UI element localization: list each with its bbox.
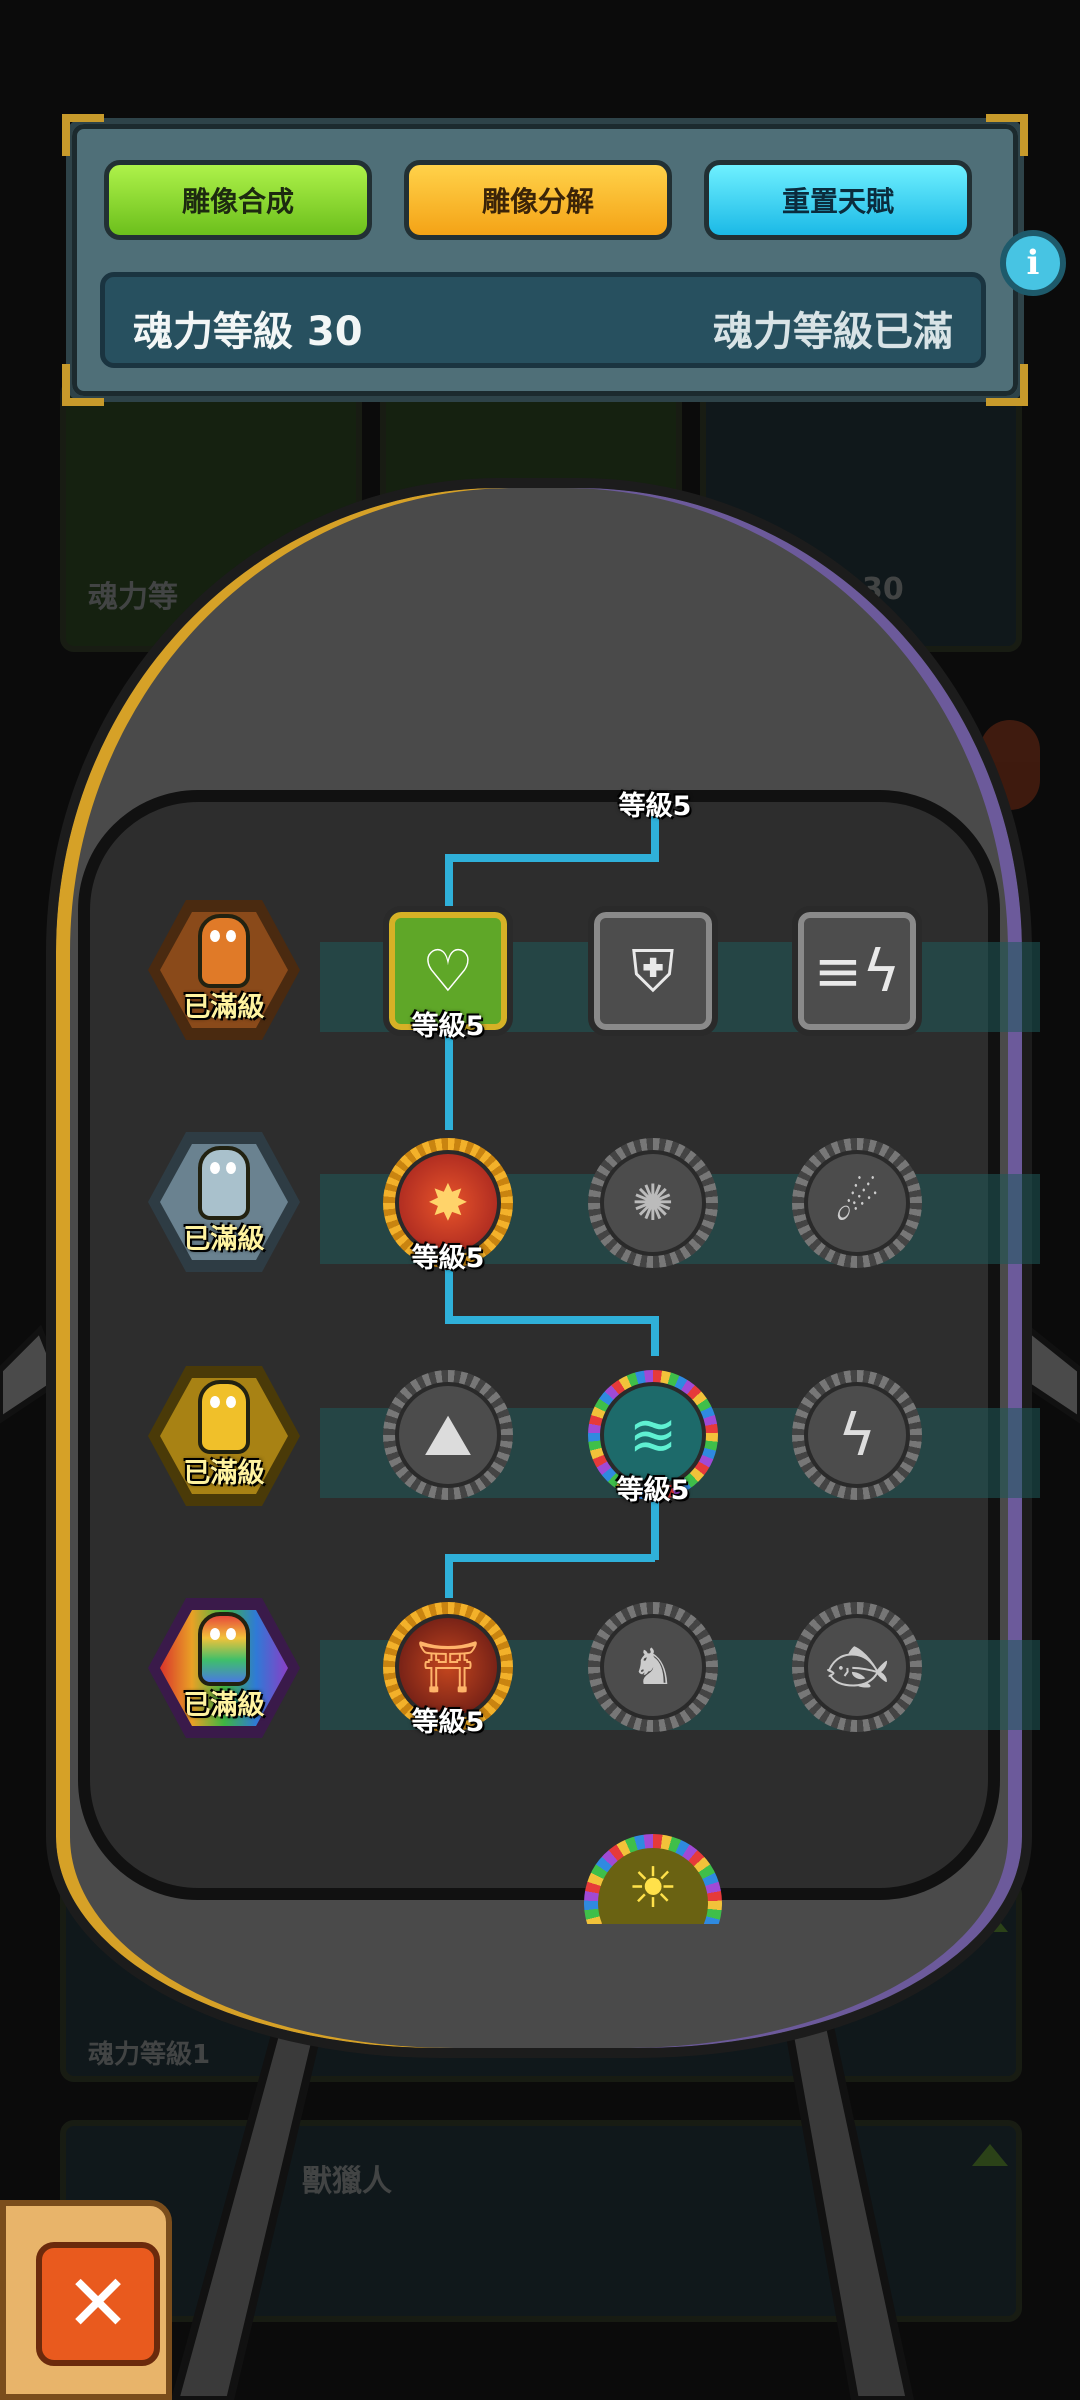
close-icon: ✕: [65, 2259, 131, 2349]
rock-icon: ⛰: [423, 1400, 473, 1469]
talent-node-tornado[interactable]: ✺: [588, 1138, 718, 1268]
thunder-icon: ϟ: [837, 1401, 877, 1469]
talent-node-cannon[interactable]: ☄: [792, 1138, 922, 1268]
talent-node-thunder[interactable]: ϟ: [792, 1370, 922, 1500]
info-icon[interactable]: i: [1000, 230, 1066, 296]
talent-path: [651, 1316, 659, 1356]
talent-node-knight[interactable]: ♞: [588, 1602, 718, 1732]
talent-node-rock[interactable]: ⛰: [383, 1370, 513, 1500]
talent-node-sun[interactable]: ☀: [584, 1834, 722, 1924]
talent-path: [445, 1316, 655, 1324]
soul-level-status: 魂力等級已滿: [713, 309, 953, 355]
close-button[interactable]: ✕: [36, 2242, 160, 2366]
top-panel: 雕像合成 雕像分解 重置天賦 魂力等級 30 魂力等級已滿: [62, 114, 1028, 406]
talent-level-label: 等級5: [618, 791, 692, 822]
talent-node-fish[interactable]: 🐟︎: [792, 1602, 922, 1732]
shield-icon: ⛨: [631, 936, 675, 1005]
talent-node-wave[interactable]: ≋ 等級5: [588, 1370, 718, 1506]
knight-icon: ♞: [630, 1638, 676, 1696]
talent-level-label: 等級5: [411, 1243, 485, 1274]
talent-node-fire-strike[interactable]: ✸ 等級5: [383, 1138, 513, 1274]
talent-path: [445, 1554, 655, 1562]
talent-path: [445, 1030, 453, 1130]
sun-icon: ☀: [627, 1856, 679, 1921]
reset-talent-button[interactable]: 重置天賦: [704, 160, 972, 240]
talent-path: [445, 854, 453, 914]
talent-level-label: 等級5: [616, 1475, 690, 1506]
talent-node-tower[interactable]: ⛩ 等級5: [383, 1602, 513, 1738]
talent-path: [445, 1270, 453, 1322]
lightning-speed-icon: ≡ϟ: [813, 937, 901, 1005]
talent-path: [445, 1554, 453, 1598]
talent-node-speed[interactable]: ≡ϟ: [792, 906, 922, 1036]
tornado-icon: ✺: [632, 1174, 674, 1232]
talent-path: [651, 1500, 659, 1560]
statue-decompose-button[interactable]: 雕像分解: [404, 160, 672, 240]
talent-node-shield[interactable]: ⛨: [588, 906, 718, 1036]
talent-level-label: 等級5: [411, 1707, 485, 1738]
talent-path: [445, 854, 655, 862]
cannon-icon: ☄: [834, 1174, 880, 1232]
talent-level-label: 等級5: [411, 1011, 485, 1042]
talent-node-heart[interactable]: ♡ 等級5: [383, 906, 513, 1042]
soul-level-text: 魂力等級 30: [133, 309, 363, 355]
fish-icon: 🐟︎: [825, 1637, 889, 1696]
soul-level-bar: 魂力等級 30 魂力等級已滿: [100, 272, 986, 368]
statue-combine-button[interactable]: 雕像合成: [104, 160, 372, 240]
close-button-frame: ✕: [0, 2200, 172, 2400]
